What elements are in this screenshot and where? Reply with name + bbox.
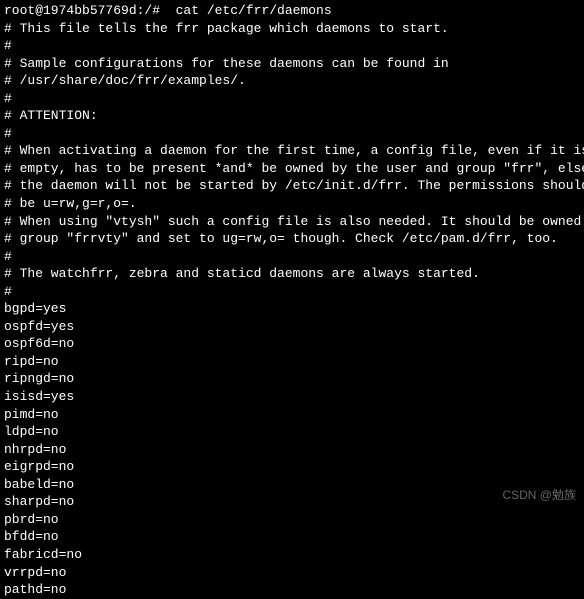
- comment-line: #: [4, 248, 580, 266]
- daemon-config-line: nhrpd=no: [4, 441, 580, 459]
- daemon-config-line: vrrpd=no: [4, 564, 580, 582]
- comment-line: #: [4, 37, 580, 55]
- comment-line: # the daemon will not be started by /etc…: [4, 177, 580, 195]
- daemon-config-line: pbrd=no: [4, 511, 580, 529]
- comment-line: # /usr/share/doc/frr/examples/.: [4, 72, 580, 90]
- comment-line: # This file tells the frr package which …: [4, 20, 580, 38]
- comment-line: # ATTENTION:: [4, 107, 580, 125]
- comment-line: # Sample configurations for these daemon…: [4, 55, 580, 73]
- daemon-config-list: bgpd=yesospfd=yesospf6d=noripd=noripngd=…: [4, 300, 580, 598]
- comment-line: # be u=rw,g=r,o=.: [4, 195, 580, 213]
- comment-line: #: [4, 90, 580, 108]
- daemon-config-line: pimd=no: [4, 406, 580, 424]
- comment-line: # The watchfrr, zebra and staticd daemon…: [4, 265, 580, 283]
- file-comments: # This file tells the frr package which …: [4, 20, 580, 301]
- daemon-config-line: fabricd=no: [4, 546, 580, 564]
- daemon-config-line: sharpd=no: [4, 493, 580, 511]
- comment-line: #: [4, 283, 580, 301]
- comment-line: # When activating a daemon for the first…: [4, 142, 580, 160]
- watermark-text: CSDN @勉族: [502, 487, 576, 503]
- comment-line: # When using "vtysh" such a config file …: [4, 213, 580, 231]
- daemon-config-line: pathd=no: [4, 581, 580, 599]
- daemon-config-line: ospfd=yes: [4, 318, 580, 336]
- daemon-config-line: bgpd=yes: [4, 300, 580, 318]
- daemon-config-line: ospf6d=no: [4, 335, 580, 353]
- daemon-config-line: ripngd=no: [4, 370, 580, 388]
- daemon-config-line: ripd=no: [4, 353, 580, 371]
- comment-line: # group "frrvty" and set to ug=rw,o= tho…: [4, 230, 580, 248]
- daemon-config-line: eigrpd=no: [4, 458, 580, 476]
- daemon-config-line: isisd=yes: [4, 388, 580, 406]
- daemon-config-line: babeld=no: [4, 476, 580, 494]
- daemon-config-line: ldpd=no: [4, 423, 580, 441]
- terminal-output[interactable]: root@1974bb57769d:/# cat /etc/frr/daemon…: [4, 2, 580, 599]
- comment-line: #: [4, 125, 580, 143]
- shell-prompt-line: root@1974bb57769d:/# cat /etc/frr/daemon…: [4, 2, 580, 20]
- comment-line: # empty, has to be present *and* be owne…: [4, 160, 580, 178]
- daemon-config-line: bfdd=no: [4, 528, 580, 546]
